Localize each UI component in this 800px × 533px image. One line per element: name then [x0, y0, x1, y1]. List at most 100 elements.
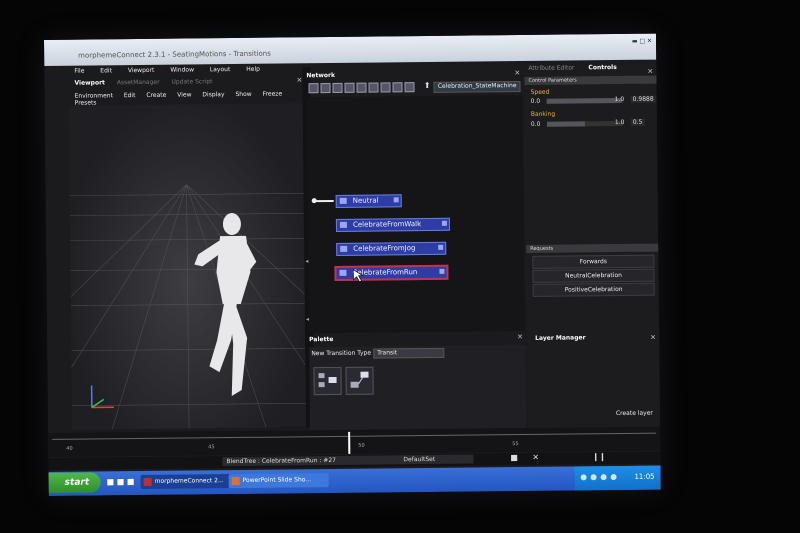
toolbar-delete-icon[interactable]	[404, 82, 415, 93]
tab-update-script[interactable]: Update Script	[171, 78, 212, 85]
timeline-playhead[interactable]	[348, 431, 351, 454]
taskbar-item-morpheme[interactable]: morphemeConnect 2...	[140, 473, 239, 490]
request-forwards-button[interactable]: Forwards	[532, 254, 655, 269]
speed-label: Speed	[530, 88, 550, 96]
menu-file[interactable]: File	[74, 68, 84, 75]
window-titlebar: morphemeConnect 2.3.1 - SeatingMotions -…	[44, 33, 657, 66]
toolbar-group-icon[interactable]	[356, 82, 367, 93]
vpmenu-freeze[interactable]: Freeze	[263, 91, 283, 98]
banking-min: 0.0	[530, 120, 541, 128]
taskbar-item-powerpoint[interactable]: PowerPoint Slide Sho...	[228, 473, 329, 489]
request-neutral-celebration-button[interactable]: NeutralCelebration	[532, 268, 655, 283]
network-toolbar: ⬆ Celebration_StateMachine	[306, 81, 522, 95]
timeline-label: 40	[66, 445, 73, 452]
vpmenu-show[interactable]: Show	[235, 91, 251, 98]
up-arrow-icon[interactable]: ⬆	[424, 81, 431, 90]
layer-manager-title: Layer Manager	[535, 334, 586, 342]
node-port[interactable]	[393, 197, 399, 203]
speed-value[interactable]: 0.9888	[630, 95, 656, 103]
vpmenu-view[interactable]: View	[177, 91, 191, 98]
close-network-icon[interactable]: ✕	[514, 69, 520, 77]
vpmenu-edit[interactable]: Edit	[124, 92, 136, 99]
state-node-neutral[interactable]: Neutral	[335, 194, 402, 208]
banking-label: Banking	[530, 110, 556, 118]
powerpoint-app-icon	[231, 476, 240, 486]
vpmenu-create[interactable]: Create	[146, 92, 166, 99]
state-icon	[339, 221, 347, 228]
toolbar-fit-icon[interactable]	[380, 82, 391, 93]
palette-panel: New Transition Type Transit	[309, 344, 527, 432]
quicklaunch-icons[interactable]: ■ ■ ■	[107, 477, 135, 486]
network-graph[interactable]: Neutral CelebrateFromWalk CelebrateFromJ…	[306, 94, 526, 334]
menu-edit[interactable]: Edit	[100, 67, 112, 74]
entry-transition-line	[315, 199, 334, 203]
control-parameters-header: Control Parameters	[524, 75, 661, 85]
taskbar-item-label: PowerPoint Slide Sho...	[242, 476, 312, 484]
state-node-celebrate-from-walk[interactable]: CelebrateFromWalk	[335, 217, 451, 232]
tab-controls[interactable]: Controls	[588, 64, 616, 71]
create-layer-button[interactable]: Create layer	[616, 410, 653, 417]
tray-volume-icon[interactable]	[590, 474, 597, 481]
morpheme-app-icon	[143, 477, 152, 486]
speed-max: 1.0	[614, 95, 625, 104]
blend-tree-status: BlendTree : CelebrateFromRun : #27	[222, 455, 403, 467]
banking-slider-fill	[546, 121, 585, 127]
tray-update-icon[interactable]	[610, 474, 617, 481]
node-port[interactable]	[438, 244, 444, 250]
node-port[interactable]	[439, 268, 445, 274]
app-screen: morphemeConnect 2.3.1 - SeatingMotions -…	[44, 33, 661, 496]
close-palette-icon[interactable]: ✕	[517, 333, 523, 341]
state-icon	[340, 245, 348, 252]
loop-icon[interactable]: ✕	[532, 453, 539, 462]
toolbar-layout-icon[interactable]	[308, 83, 319, 94]
request-positive-celebration-button[interactable]: PositiveCelebration	[532, 282, 655, 297]
tab-viewport[interactable]: Viewport	[74, 79, 105, 86]
viewport-tabs: Viewport AssetManager Update Script	[74, 77, 304, 89]
node-port[interactable]	[441, 220, 447, 226]
tab-asset-manager[interactable]: AssetManager	[117, 79, 160, 86]
palette-state-machine-icon[interactable]	[345, 366, 374, 395]
tray-security-icon[interactable]	[600, 474, 607, 481]
vpmenu-display[interactable]: Display	[202, 91, 224, 98]
toolbar-stack-icon[interactable]	[344, 82, 355, 93]
window-controls[interactable]: ▬ □ ✕	[632, 38, 652, 45]
node-label: CelebrateFromWalk	[352, 220, 422, 229]
transition-type-select[interactable]: Transit	[373, 347, 445, 359]
state-node-celebrate-from-jog[interactable]: CelebrateFromJog	[336, 241, 447, 256]
default-set-select[interactable]: DefaultSet	[400, 454, 474, 465]
menu-layout[interactable]: Layout	[210, 66, 230, 73]
menu-viewport[interactable]: Viewport	[128, 67, 155, 74]
lock-icon[interactable]: ■	[510, 453, 518, 462]
menu-window[interactable]: Window	[170, 66, 194, 73]
toolbar-frame-icon[interactable]	[392, 82, 403, 93]
taskbar-item-label: morphemeConnect 2...	[154, 477, 224, 485]
breadcrumb[interactable]: Celebration_StateMachine	[433, 81, 521, 93]
axis-gizmo-icon	[90, 385, 114, 409]
tray-network-icon[interactable]	[580, 474, 587, 481]
speed-slider[interactable]	[546, 97, 623, 104]
menu-help[interactable]: Help	[246, 66, 260, 73]
toolbar-zoom-icon[interactable]	[368, 82, 379, 93]
banking-slider[interactable]	[546, 120, 623, 127]
timeline-label: 55	[512, 441, 519, 448]
close-layer-manager-icon[interactable]: ✕	[650, 334, 656, 342]
pause-icon[interactable]: ❙❙	[592, 452, 605, 461]
right-panel-tabs: Attribute Editor Controls	[528, 64, 629, 75]
toolbar-distribute-icon[interactable]	[332, 82, 343, 93]
tab-attribute-editor[interactable]: Attribute Editor	[528, 64, 574, 71]
toolbar-align-icon[interactable]	[320, 83, 331, 94]
state-icon	[339, 197, 347, 204]
speed-slider-row: 0.0 1.0 0.9888	[531, 95, 656, 106]
window-title: morphemeConnect 2.3.1 - SeatingMotions -…	[78, 49, 271, 60]
close-right-panel-icon[interactable]: ✕	[647, 68, 653, 76]
timeline-ruler	[52, 432, 657, 440]
palette-blend-tree-icon[interactable]	[313, 366, 342, 396]
start-label: start	[64, 477, 90, 488]
state-icon	[339, 269, 347, 276]
layer-manager-header: Layer Manager	[527, 333, 661, 344]
timeline-label: 45	[208, 444, 215, 451]
banking-value[interactable]: 0.5	[630, 118, 645, 126]
start-button[interactable]: start	[48, 472, 101, 493]
3d-viewport[interactable]	[68, 103, 307, 430]
right-panel: Attribute Editor Controls Control Parame…	[524, 63, 661, 429]
